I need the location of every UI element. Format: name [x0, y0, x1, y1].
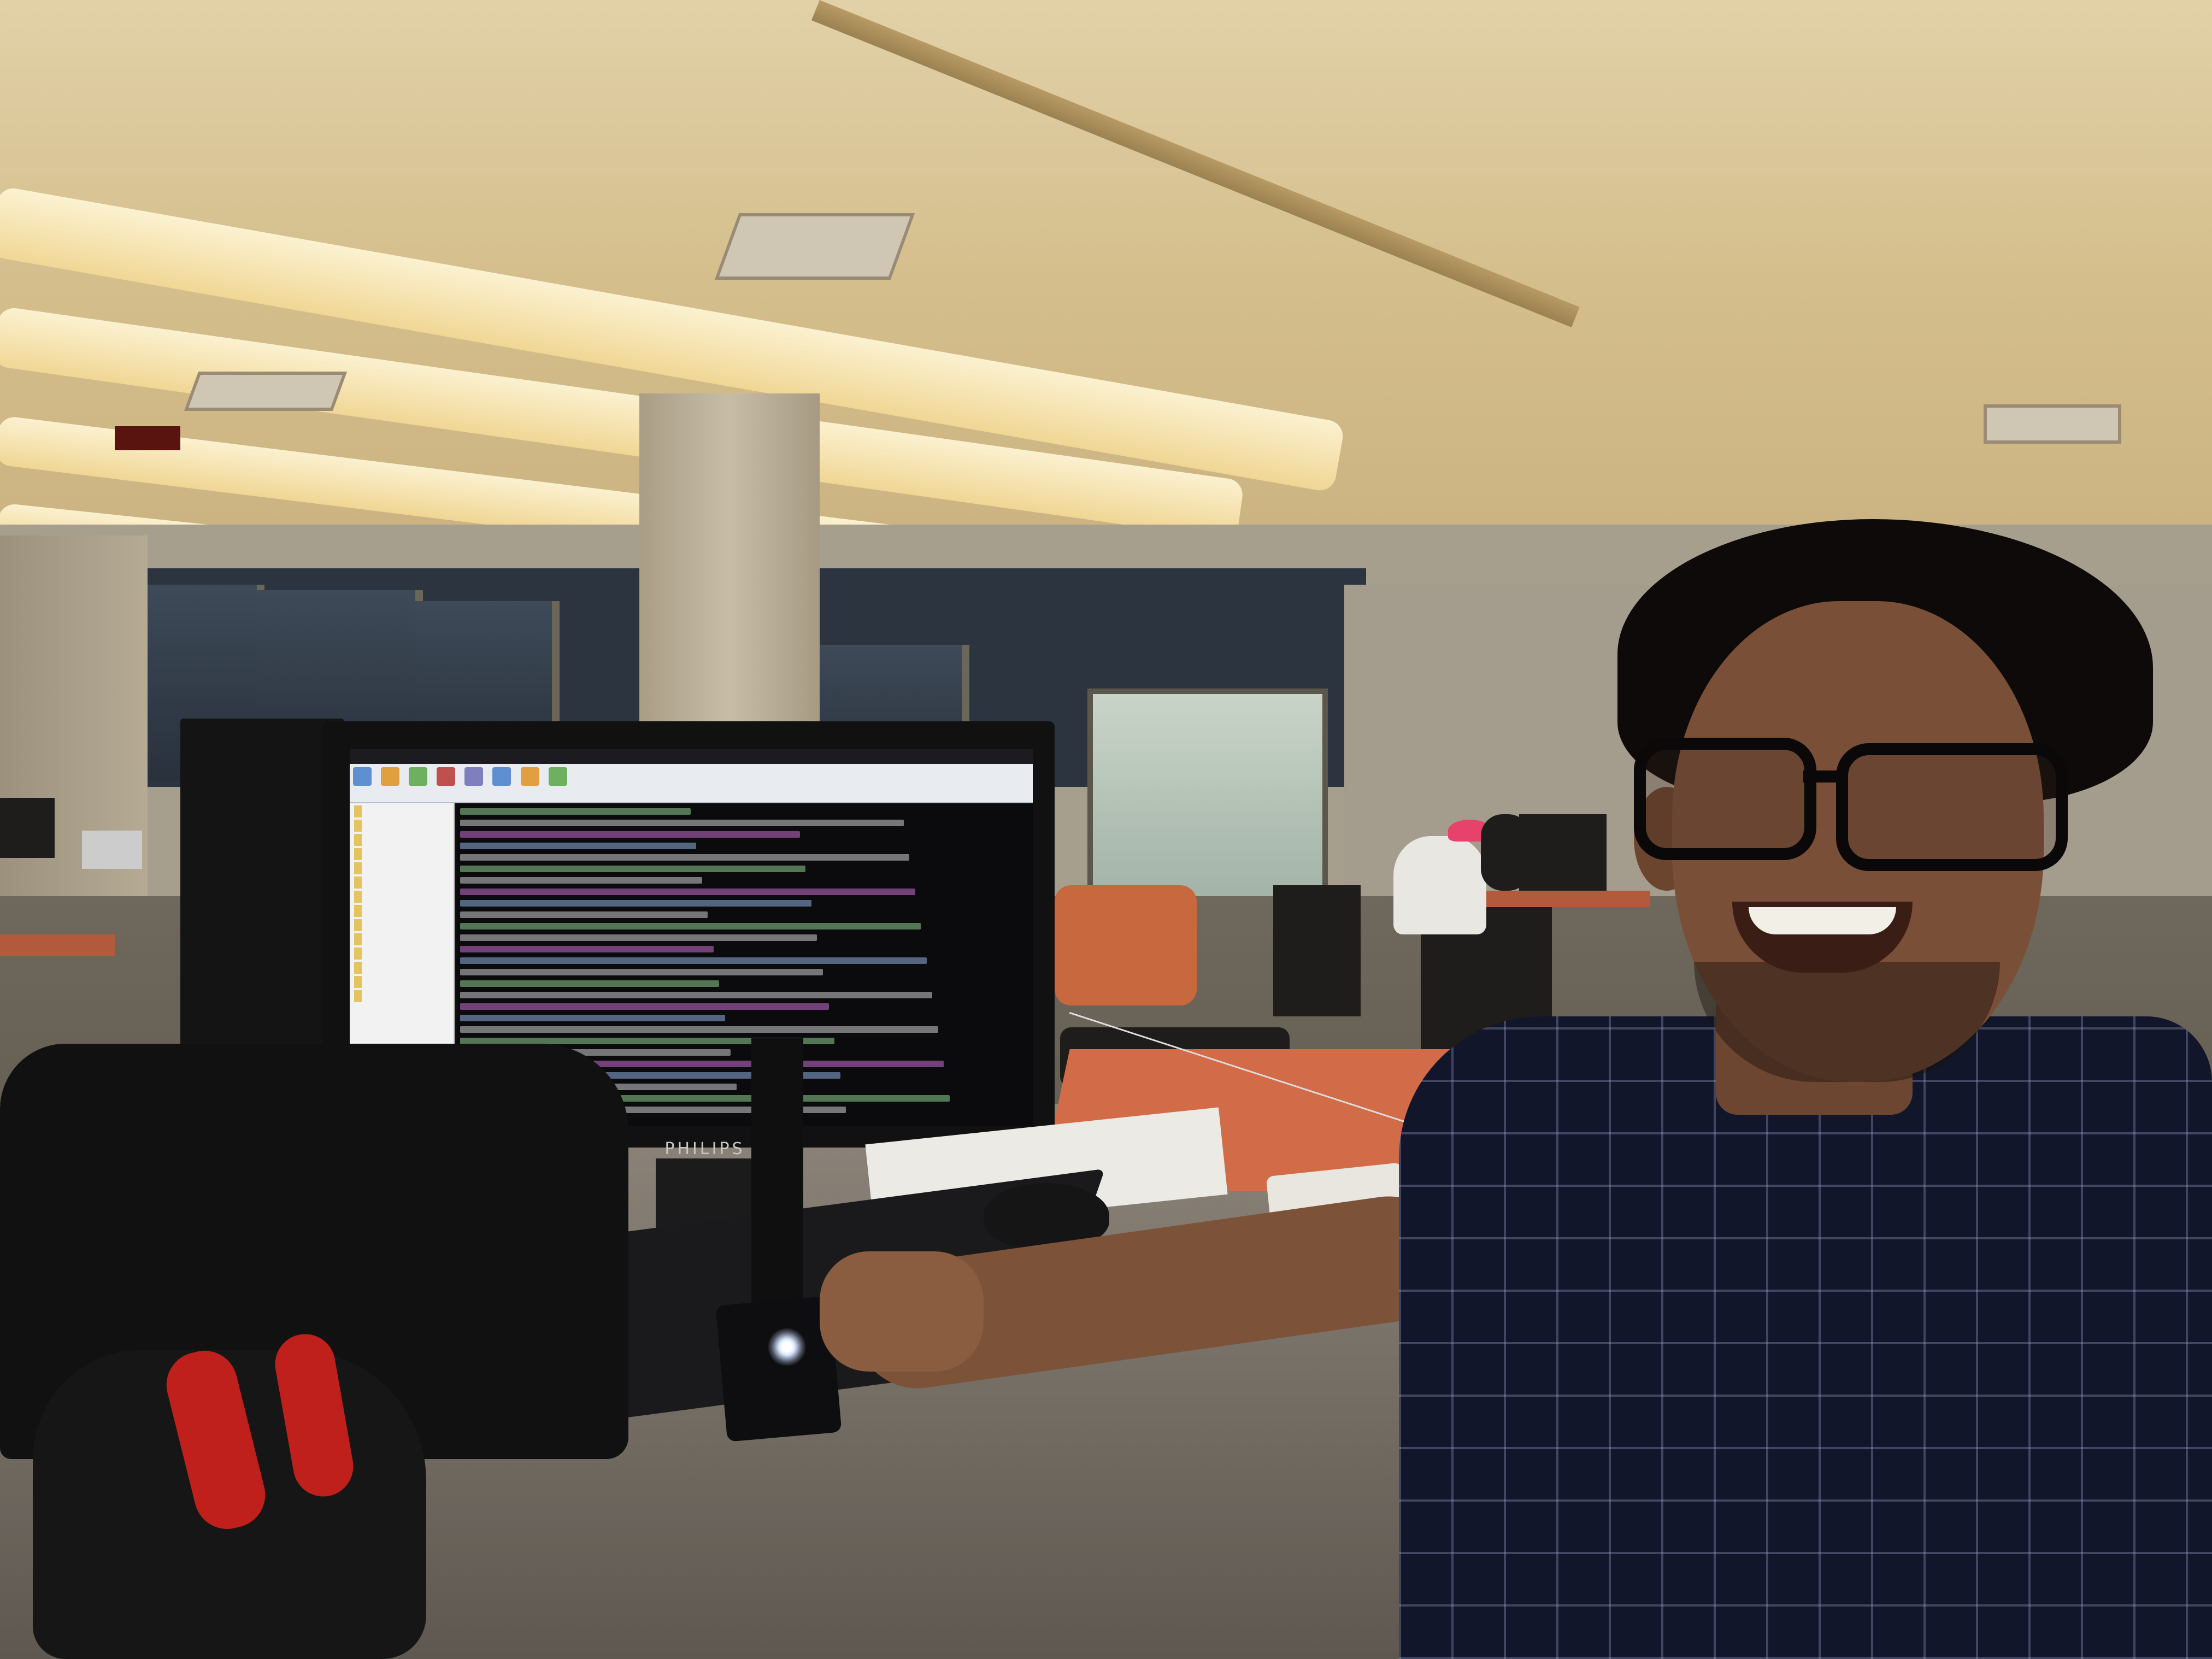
background-monitor: [1519, 814, 1607, 891]
terminal-line: [460, 969, 823, 975]
folder-icon: [354, 948, 449, 960]
terminal-line: [460, 946, 714, 952]
background-person: [1393, 836, 1486, 934]
terminal-line: [460, 831, 800, 838]
glasses-bridge: [1803, 770, 1842, 783]
folder-icon: [354, 990, 449, 1002]
ceiling-vent: [184, 372, 348, 411]
ribbon-icon: [464, 767, 484, 786]
terminal-line: [460, 866, 806, 872]
folder-icon: [354, 933, 449, 945]
terminal-line: [460, 900, 811, 907]
background-laptop: [82, 831, 142, 869]
terminal-line: [460, 934, 817, 941]
window-titlebar: [350, 749, 1033, 764]
ribbon-icon: [409, 767, 428, 786]
orange-chair: [1055, 885, 1197, 1005]
glasses-left-lens: [1634, 738, 1816, 860]
library-photo-scene: PHILIPS: [0, 0, 2212, 1659]
folder-icon: [354, 891, 449, 903]
terminal-line: [460, 957, 927, 964]
terminal-line: [460, 980, 720, 987]
folder-icon: [354, 919, 449, 931]
folder-icon: [354, 976, 449, 988]
terminal-line: [460, 911, 708, 918]
folder-icon: [354, 905, 449, 917]
background-table: [0, 934, 115, 956]
folder-icon: [354, 876, 449, 889]
exit-sign: [115, 426, 180, 450]
folder-icon: [354, 962, 449, 974]
folder-icon: [354, 805, 449, 817]
terminal-line: [460, 843, 697, 849]
terminal-line: [460, 854, 910, 861]
ribbon-icon: [353, 767, 372, 786]
second-monitor: [180, 719, 344, 1052]
device-stand: [751, 1038, 803, 1311]
chair: [1273, 885, 1361, 1016]
terminal-line: [460, 820, 904, 826]
folder-icon: [354, 820, 449, 832]
ribbon-icon: [520, 767, 539, 786]
led-light: [768, 1328, 806, 1366]
glasses-right-lens: [1836, 743, 2068, 871]
teeth: [1749, 907, 1896, 934]
terminal-line: [460, 923, 921, 929]
ceiling-vent: [1984, 404, 2121, 444]
background-monitor: [0, 798, 55, 858]
terminal-line: [460, 1026, 938, 1033]
ceiling-vent: [714, 213, 915, 280]
folder-icon: [354, 834, 449, 846]
terminal-line: [460, 992, 933, 998]
ribbon-icon: [437, 767, 456, 786]
terminal-line: [460, 877, 702, 884]
app-ribbon: [350, 764, 1033, 803]
hand: [820, 1251, 984, 1372]
ribbon-icon: [492, 767, 511, 786]
terminal-line: [460, 1003, 829, 1010]
monitor-brand-label: PHILIPS: [664, 1139, 745, 1158]
folder-icon: [354, 862, 449, 874]
terminal-line: [460, 1015, 725, 1021]
terminal-line: [460, 889, 915, 895]
folder-icon: [354, 848, 449, 860]
background-person: [1481, 814, 1530, 891]
ribbon-icon: [548, 767, 567, 786]
terminal-line: [460, 808, 691, 815]
ribbon-icon: [381, 767, 400, 786]
